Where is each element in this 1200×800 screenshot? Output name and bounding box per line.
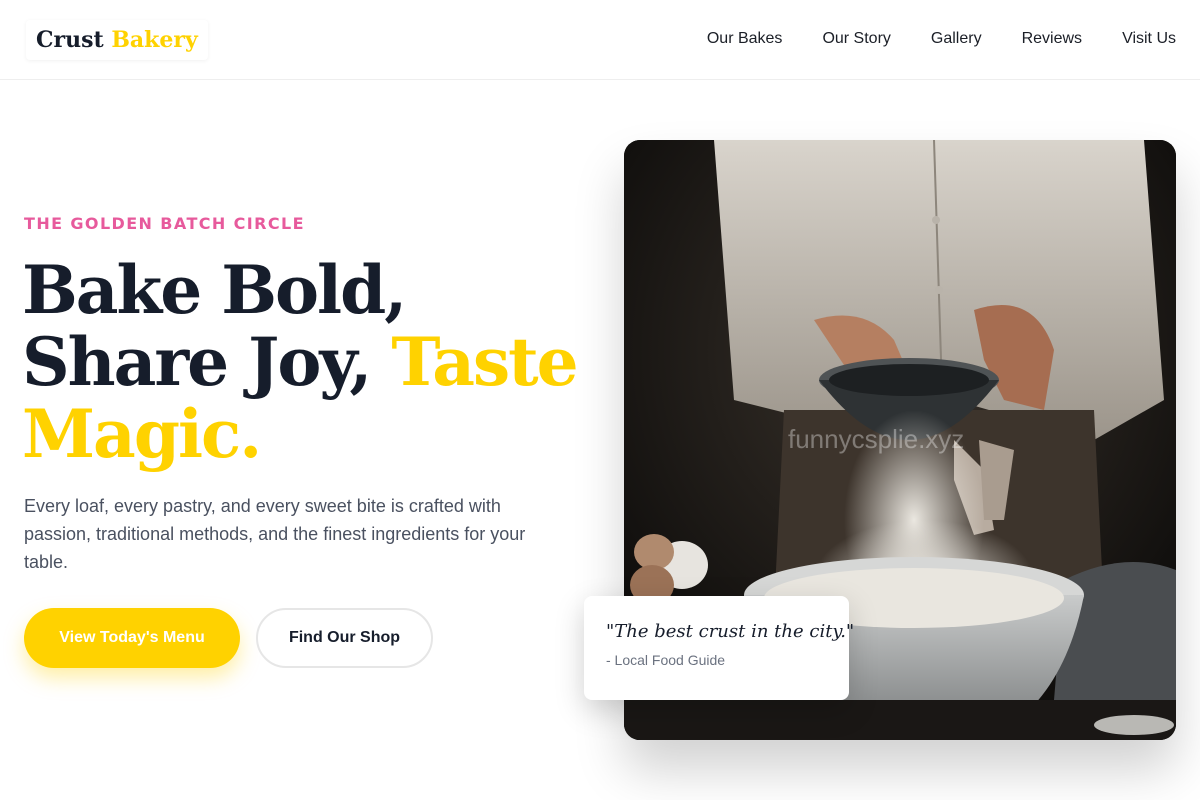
testimonial-quote: "The best crust in the city." <box>606 621 855 642</box>
nav-gallery[interactable]: Gallery <box>931 28 982 50</box>
headline-line-2b: Taste <box>391 323 578 401</box>
testimonial-card: "The best crust in the city." - Local Fo… <box>584 596 855 700</box>
view-menu-button[interactable]: View Today's Menu <box>24 608 240 668</box>
hero-eyebrow: THE GOLDEN BATCH CIRCLE <box>24 214 305 233</box>
logo-text-bakery: Bakery <box>111 27 198 53</box>
site-header: Crust Bakery Our Bakes Our Story Gallery… <box>0 0 1200 80</box>
nav-reviews[interactable]: Reviews <box>1022 28 1082 50</box>
headline-line-2a: Share Joy, <box>22 323 372 401</box>
brand-logo[interactable]: Crust Bakery <box>26 20 208 60</box>
headline-line-3: Magic. <box>22 395 262 473</box>
logo-text-crust: Crust <box>36 27 104 53</box>
nav-our-bakes[interactable]: Our Bakes <box>707 28 783 50</box>
nav-our-story[interactable]: Our Story <box>822 28 890 50</box>
hero-description: Every loaf, every pastry, and every swee… <box>24 496 526 572</box>
nav-visit-us[interactable]: Visit Us <box>1122 28 1176 50</box>
headline-line-1: Bake Bold, <box>22 251 407 329</box>
testimonial-source: - Local Food Guide <box>606 652 726 668</box>
image-watermark: funnycsplie.xyz <box>788 424 965 454</box>
hero-headline: Bake Bold, Share Joy, Taste Magic. <box>22 254 582 470</box>
find-shop-button[interactable]: Find Our Shop <box>256 608 433 668</box>
main-nav: Our Bakes Our Story Gallery Reviews Visi… <box>707 28 1176 50</box>
